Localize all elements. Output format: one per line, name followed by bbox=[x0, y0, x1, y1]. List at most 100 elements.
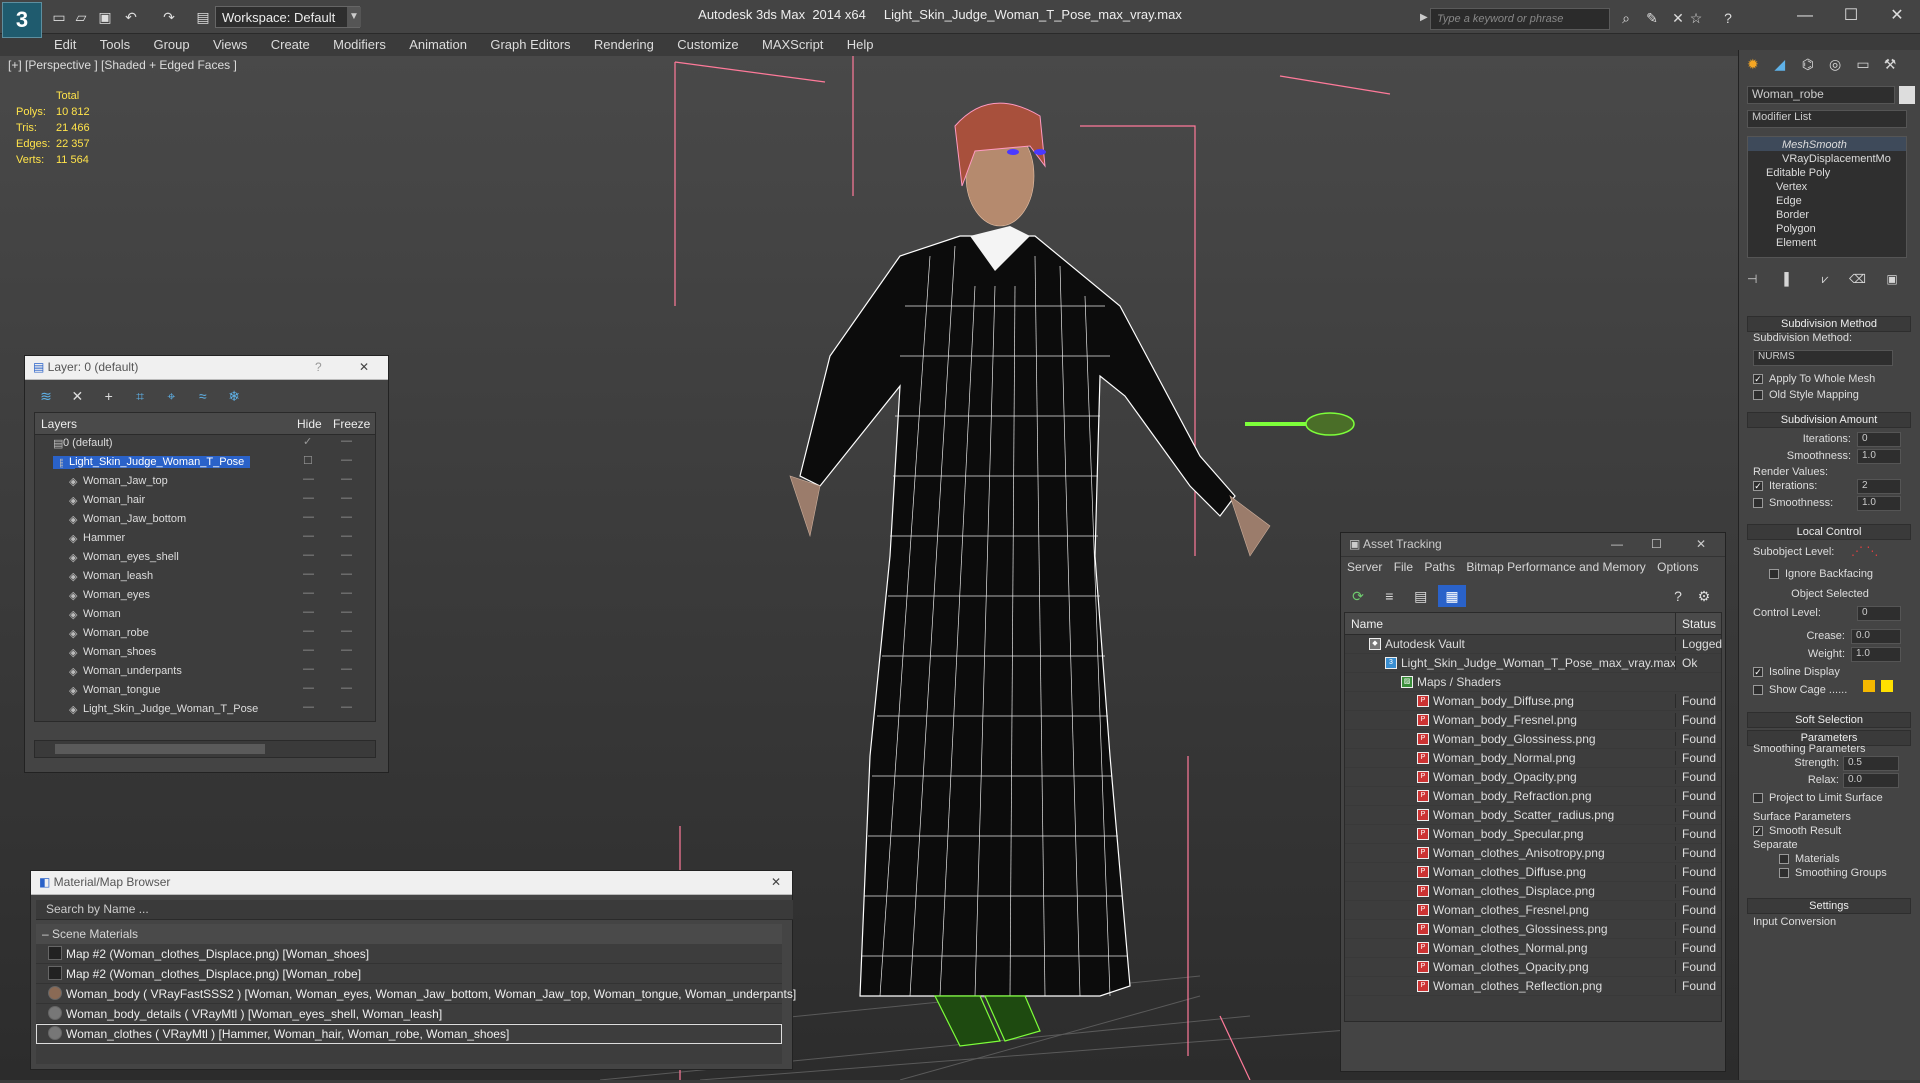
hide-toggle[interactable]: — bbox=[303, 701, 317, 713]
hide-toggle[interactable]: — bbox=[303, 663, 317, 675]
menu-group[interactable]: Group bbox=[143, 34, 199, 55]
woman-robe-mesh[interactable] bbox=[799, 226, 1236, 997]
freeze-toggle[interactable]: — bbox=[341, 549, 355, 561]
layer-row[interactable]: ▤ 0 (default) ✓ — bbox=[35, 435, 375, 454]
control-level-spinner[interactable]: 0 bbox=[1857, 606, 1901, 621]
object-name-field[interactable]: Woman_robe bbox=[1747, 86, 1895, 104]
layer-row[interactable]: ◈ Light_Skin_Judge_Woman_T_Pose — — bbox=[35, 701, 375, 720]
render-iterations-checkbox[interactable]: ✓ Iterations: bbox=[1753, 480, 1817, 492]
hide-toggle[interactable]: — bbox=[303, 511, 317, 523]
display-tab-icon[interactable]: ▭ bbox=[1856, 56, 1880, 73]
scrollbar-thumb[interactable] bbox=[55, 744, 265, 754]
layer-horizontal-scrollbar[interactable] bbox=[34, 740, 376, 758]
menu-tools[interactable]: Tools bbox=[90, 34, 140, 55]
freeze-toggle[interactable]: — bbox=[341, 454, 355, 466]
workspace-dropdown[interactable]: Workspace: Default bbox=[215, 6, 360, 28]
layer-row[interactable]: ◈ Woman_tongue — — bbox=[35, 682, 375, 701]
redo-icon[interactable]: ↷ bbox=[160, 8, 178, 26]
communication-icon[interactable]: ✕ bbox=[1668, 8, 1688, 28]
help-icon[interactable]: ? bbox=[1718, 8, 1738, 28]
smooth-result-checkbox[interactable]: ✓ Smooth Result bbox=[1753, 825, 1841, 837]
freeze-toggle[interactable]: — bbox=[341, 435, 355, 447]
project-folder-icon[interactable]: ▤ bbox=[194, 8, 212, 26]
freeze-all-layers-icon[interactable]: ❄ bbox=[220, 385, 248, 407]
asset-row[interactable]: P Woman_body_Refraction.png Found bbox=[1345, 787, 1721, 806]
asset-row[interactable]: P Woman_body_Opacity.png Found bbox=[1345, 768, 1721, 787]
app-logo-button[interactable]: 3 bbox=[2, 2, 42, 38]
hide-toggle[interactable]: — bbox=[303, 587, 317, 599]
material-row[interactable]: Map #2 (Woman_clothes_Displace.png) [Wom… bbox=[36, 944, 782, 964]
modifier-meshsmooth[interactable]: MeshSmooth bbox=[1748, 137, 1906, 151]
detail-view-icon[interactable]: ▤ bbox=[1407, 585, 1435, 607]
menu-views[interactable]: Views bbox=[203, 34, 257, 55]
refresh-icon[interactable]: ⟳ bbox=[1344, 585, 1372, 607]
make-unique-icon[interactable]: ⩗ bbox=[1822, 272, 1846, 287]
menu-animation[interactable]: Animation bbox=[399, 34, 477, 55]
asset-row[interactable]: P Woman_clothes_Normal.png Found bbox=[1345, 939, 1721, 958]
maximize-asset-button[interactable]: ☐ bbox=[1651, 537, 1662, 551]
old-style-mapping-checkbox[interactable]: Old Style Mapping bbox=[1753, 389, 1859, 401]
freeze-column-header[interactable]: Freeze bbox=[333, 417, 370, 431]
subobject-polygon[interactable]: Polygon bbox=[1748, 221, 1906, 235]
current-layer-icon[interactable]: ✓ bbox=[303, 435, 317, 448]
layer-row[interactable]: ◈ Woman_Jaw_bottom — — bbox=[35, 511, 375, 530]
settings-icon[interactable]: ⚙ bbox=[1690, 585, 1718, 607]
hide-toggle[interactable]: — bbox=[303, 492, 317, 504]
subobject-border[interactable]: Border bbox=[1748, 207, 1906, 221]
new-file-icon[interactable]: ▭ bbox=[50, 8, 68, 26]
material-row[interactable]: Woman_body_details ( VRayMtl ) [Woman_ey… bbox=[36, 1004, 782, 1024]
show-cage-checkbox[interactable]: Show Cage ...... bbox=[1753, 684, 1847, 696]
asset-row[interactable]: P Woman_clothes_Displace.png Found bbox=[1345, 882, 1721, 901]
create-layer-icon[interactable]: ≋ bbox=[32, 385, 60, 407]
maximize-button[interactable]: ☐ bbox=[1828, 2, 1874, 30]
status-column-header[interactable]: Status bbox=[1675, 613, 1722, 635]
close-material-browser-button[interactable]: ✕ bbox=[771, 875, 781, 889]
viewport-label[interactable]: [+] [Perspective ] [Shaded + Edged Faces… bbox=[8, 58, 237, 72]
crease-spinner[interactable]: 0.0 bbox=[1851, 629, 1901, 644]
hide-toggle[interactable]: — bbox=[303, 530, 317, 542]
freeze-toggle[interactable]: — bbox=[341, 530, 355, 542]
menu-edit[interactable]: Edit bbox=[44, 34, 86, 55]
asset-row[interactable]: ▨ Maps / Shaders bbox=[1345, 673, 1721, 692]
name-column-header[interactable]: Name bbox=[1351, 617, 1383, 631]
freeze-toggle[interactable]: — bbox=[341, 644, 355, 656]
hierarchy-tab-icon[interactable]: ⌬ bbox=[1802, 56, 1826, 73]
layer-row[interactable]: ◈ Woman_robe — — bbox=[35, 625, 375, 644]
show-end-result-icon[interactable]: ▌ bbox=[1784, 272, 1818, 286]
freeze-toggle[interactable]: — bbox=[341, 473, 355, 485]
vertex-level-icon[interactable]: ⋰ ⋱ bbox=[1851, 544, 1878, 558]
utilities-tab-icon[interactable]: ⚒ bbox=[1884, 56, 1908, 73]
save-icon[interactable]: ▣ bbox=[96, 8, 114, 26]
subdivision-method-dropdown[interactable]: NURMS bbox=[1753, 350, 1893, 366]
freeze-toggle[interactable]: — bbox=[341, 568, 355, 580]
modifier-vray-displacement[interactable]: VRayDisplacementMo bbox=[1748, 151, 1906, 165]
minimize-asset-button[interactable]: — bbox=[1611, 537, 1623, 551]
hide-toggle[interactable]: — bbox=[303, 549, 317, 561]
hide-column-header[interactable]: Hide bbox=[297, 417, 322, 431]
open-file-icon[interactable]: ▱ bbox=[72, 8, 90, 26]
render-smoothness-checkbox[interactable]: Smoothness: bbox=[1753, 497, 1833, 509]
pin-stack-icon[interactable]: ⊣ bbox=[1747, 272, 1781, 286]
cage-color-swatch-2[interactable] bbox=[1881, 680, 1893, 692]
remove-modifier-icon[interactable]: ⌫ bbox=[1849, 272, 1883, 286]
motion-tab-icon[interactable]: ◎ bbox=[1829, 56, 1853, 73]
select-objects-icon[interactable]: ⌗ bbox=[126, 385, 154, 407]
material-row[interactable]: Woman_clothes ( VRayMtl ) [Hammer, Woman… bbox=[36, 1024, 782, 1044]
list-view-icon[interactable]: ≡ bbox=[1375, 585, 1403, 607]
table-view-icon[interactable]: ▦ bbox=[1438, 585, 1467, 607]
rollout-local-control[interactable]: Local Control bbox=[1747, 524, 1911, 540]
menu-help[interactable]: Help bbox=[837, 34, 884, 55]
weight-spinner[interactable]: 1.0 bbox=[1851, 647, 1901, 662]
menu-customize[interactable]: Customize bbox=[667, 34, 748, 55]
menu-maxscript[interactable]: MAXScript bbox=[752, 34, 833, 55]
hide-toggle[interactable]: — bbox=[303, 473, 317, 485]
chevron-down-icon[interactable]: ▼ bbox=[347, 7, 361, 27]
asset-row[interactable]: P Woman_clothes_Diffuse.png Found bbox=[1345, 863, 1721, 882]
freeze-toggle[interactable]: — bbox=[341, 701, 355, 713]
apply-whole-mesh-checkbox[interactable]: ✓ Apply To Whole Mesh bbox=[1753, 373, 1875, 385]
woman-head[interactable] bbox=[954, 102, 1046, 227]
hide-toggle[interactable]: ☐ bbox=[303, 454, 317, 467]
freeze-toggle[interactable]: — bbox=[341, 663, 355, 675]
minimize-button[interactable]: — bbox=[1782, 2, 1828, 30]
asset-row[interactable]: P Woman_clothes_Reflection.png Found bbox=[1345, 977, 1721, 996]
